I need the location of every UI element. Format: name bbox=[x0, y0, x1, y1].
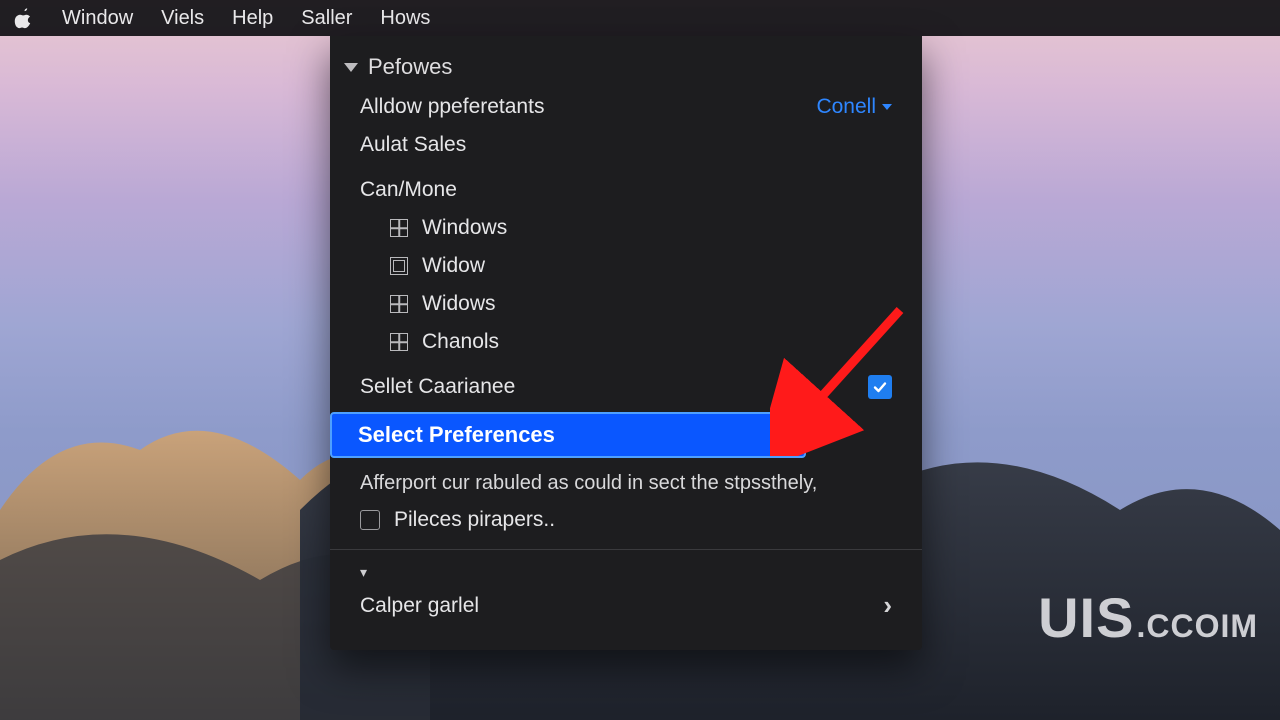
menu-item-aulat[interactable]: Aulat Sales bbox=[330, 126, 922, 164]
watermark-text: UIS .CCOIM bbox=[1038, 585, 1258, 650]
link-label: Conell bbox=[816, 95, 876, 119]
watermark-big: UIS bbox=[1038, 585, 1134, 650]
menu-item-label: Alldow ppeferetants bbox=[360, 95, 544, 119]
menu-item-help[interactable]: Help bbox=[232, 7, 273, 30]
menu-item-saller[interactable]: Saller bbox=[301, 7, 352, 30]
apple-menu-icon[interactable] bbox=[14, 7, 34, 29]
grid-icon bbox=[390, 333, 408, 351]
menu-item-sellet-caarianee[interactable]: Sellet Caarianee bbox=[330, 361, 922, 406]
dropdown-menu: Pefowes Alldow ppeferetants Conell Aulat… bbox=[330, 36, 922, 650]
window-icon bbox=[390, 257, 408, 275]
menu-item-label: Sellet Caarianee bbox=[360, 375, 515, 399]
menu-item-label: Calper garlel bbox=[360, 594, 479, 618]
menu-separator bbox=[330, 549, 922, 550]
disclosure-triangle-icon bbox=[344, 63, 358, 72]
menu-item-viels[interactable]: Viels bbox=[161, 7, 204, 30]
dropdown-section-header[interactable]: Pefowes bbox=[330, 50, 922, 88]
checkbox-icon[interactable] bbox=[360, 510, 380, 530]
menu-item-select-preferences[interactable]: Select Preferences bbox=[330, 412, 806, 458]
menu-item-window[interactable]: Window bbox=[62, 7, 133, 30]
menu-description-text: Afferport cur rabuled as could in sect t… bbox=[330, 464, 922, 501]
grid-icon bbox=[390, 295, 408, 313]
menu-item-widow[interactable]: Widow bbox=[330, 247, 922, 285]
grid-icon bbox=[390, 219, 408, 237]
menu-item-windows[interactable]: Windows bbox=[330, 209, 922, 247]
chevron-down-icon bbox=[882, 104, 892, 110]
menu-item-label: Pileces pirapers.. bbox=[394, 508, 555, 532]
menu-item-pileces[interactable]: Pileces pirapers.. bbox=[330, 501, 922, 539]
menu-item-canmone[interactable]: Can/Mone bbox=[330, 164, 922, 209]
menu-bar: Window Viels Help Saller Hows bbox=[0, 0, 1280, 36]
menu-item-label: Chanols bbox=[422, 330, 499, 354]
menu-item-label: Can/Mone bbox=[360, 178, 457, 202]
menu-item-label: Windows bbox=[422, 216, 507, 240]
watermark-rest: .CCOIM bbox=[1136, 608, 1258, 645]
menu-item-right-link[interactable]: Conell bbox=[816, 95, 892, 119]
section-header-label: Pefowes bbox=[368, 54, 452, 80]
chevron-right-icon: › bbox=[883, 590, 892, 621]
checkmark-badge-icon bbox=[868, 375, 892, 399]
menu-item-calper[interactable]: Calper garlel › bbox=[330, 583, 922, 628]
menu-item-label: Widow bbox=[422, 254, 485, 278]
menu-item-label: Select Preferences bbox=[358, 422, 555, 447]
menu-item-label: Aulat Sales bbox=[360, 133, 466, 157]
collapsed-indicator-icon: ▾ bbox=[330, 560, 922, 583]
menu-item-label: Widows bbox=[422, 292, 496, 316]
menu-item-chanols[interactable]: Chanols bbox=[330, 323, 922, 361]
menu-item-allow[interactable]: Alldow ppeferetants Conell bbox=[330, 88, 922, 126]
menu-item-hows[interactable]: Hows bbox=[380, 7, 430, 30]
menu-item-widows[interactable]: Widows bbox=[330, 285, 922, 323]
